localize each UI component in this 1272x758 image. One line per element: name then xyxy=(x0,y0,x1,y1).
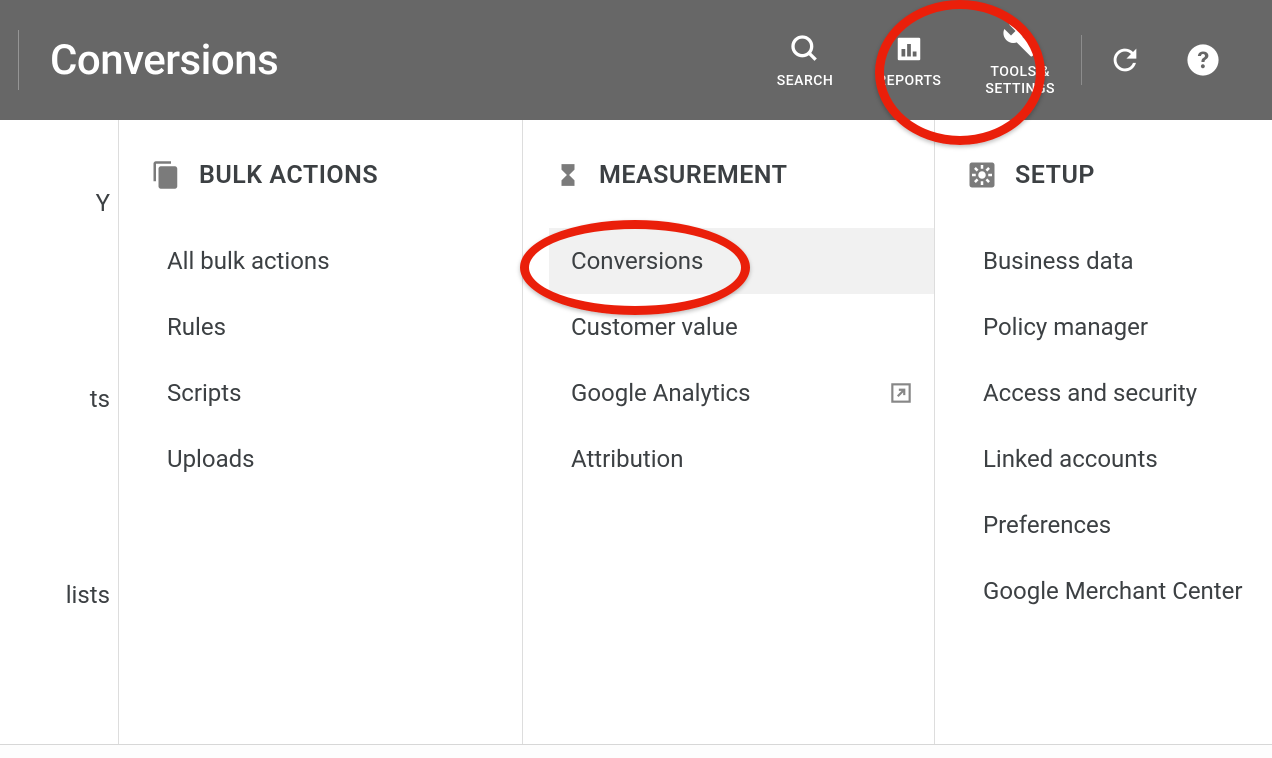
menu-item-linked-accounts[interactable]: Linked accounts xyxy=(961,426,1272,492)
search-label: SEARCH xyxy=(777,73,834,90)
menu-item-label: Preferences xyxy=(983,510,1111,540)
menu-item-label: Conversions xyxy=(571,246,703,276)
menu-column-bulk-actions: BULK ACTIONS All bulk actions Rules Scri… xyxy=(118,120,522,758)
wrench-icon xyxy=(1002,22,1038,58)
menu-item-label: Y xyxy=(96,188,110,218)
menu-item-label: Customer value xyxy=(571,312,738,342)
menu-item-label: All bulk actions xyxy=(167,246,330,276)
menu-item-label: Uploads xyxy=(167,444,255,474)
page-title: Conversions xyxy=(50,36,278,85)
menu-item-label: Access and security xyxy=(983,378,1197,408)
column-heading-label: SETUP xyxy=(1015,161,1095,190)
menu-column-measurement: MEASUREMENT Conversions Customer value G… xyxy=(522,120,934,758)
menu-item-rules[interactable]: Rules xyxy=(145,294,522,360)
header-action-divider xyxy=(1081,35,1082,85)
column-heading-bulk-actions: BULK ACTIONS xyxy=(151,160,522,190)
menu-column-partial: Y ts lists xyxy=(0,120,118,758)
hourglass-icon xyxy=(555,160,581,190)
header-actions: SEARCH REPORTS TOOLS & SETTINGS xyxy=(755,0,1272,120)
menu-item-partial-1[interactable]: ts xyxy=(0,366,118,432)
bottom-border-strip xyxy=(0,744,1272,758)
menu-item-label: Linked accounts xyxy=(983,444,1158,474)
search-icon xyxy=(789,31,821,67)
gear-box-icon xyxy=(967,160,997,190)
menu-item-policy-manager[interactable]: Policy manager xyxy=(961,294,1272,360)
menu-item-partial-2[interactable]: lists xyxy=(0,562,118,628)
app-header: Conversions SEARCH REPORTS TOOLS & SETTI… xyxy=(0,0,1272,120)
menu-item-partial-0[interactable]: Y xyxy=(0,170,118,236)
menu-column-setup: SETUP Business data Policy manager Acces… xyxy=(934,120,1272,758)
menu-item-access-security[interactable]: Access and security xyxy=(961,360,1272,426)
menu-item-label: ts xyxy=(90,384,110,414)
menu-item-google-merchant-center[interactable]: Google Merchant Center xyxy=(961,558,1272,624)
column-heading-label: MEASUREMENT xyxy=(599,161,788,190)
header-left-divider xyxy=(18,30,19,90)
search-button[interactable]: SEARCH xyxy=(755,0,856,120)
menu-item-scripts[interactable]: Scripts xyxy=(145,360,522,426)
menu-item-customer-value[interactable]: Customer value xyxy=(549,294,934,360)
menu-item-label: Attribution xyxy=(571,444,683,474)
menu-item-label: lists xyxy=(66,580,110,610)
tools-settings-button[interactable]: TOOLS & SETTINGS xyxy=(963,0,1077,120)
menu-item-label: Policy manager xyxy=(983,312,1148,342)
help-icon xyxy=(1186,43,1220,77)
reports-button[interactable]: REPORTS xyxy=(855,0,963,120)
copy-icon xyxy=(151,160,181,190)
column-heading-setup: SETUP xyxy=(967,160,1272,190)
refresh-button[interactable] xyxy=(1086,0,1164,120)
menu-item-attribution[interactable]: Attribution xyxy=(549,426,934,492)
menu-item-google-analytics[interactable]: Google Analytics xyxy=(549,360,934,426)
menu-item-conversions[interactable]: Conversions xyxy=(549,228,934,294)
tools-dropdown-panel: Y ts lists BULK ACTIONS All bulk actions… xyxy=(0,120,1272,758)
column-heading-measurement: MEASUREMENT xyxy=(555,160,934,190)
refresh-icon xyxy=(1108,43,1142,77)
menu-item-label: Google Merchant Center xyxy=(983,576,1243,606)
reports-icon xyxy=(894,31,924,67)
menu-item-all-bulk-actions[interactable]: All bulk actions xyxy=(145,228,522,294)
menu-item-business-data[interactable]: Business data xyxy=(961,228,1272,294)
external-link-icon xyxy=(888,380,914,406)
menu-item-preferences[interactable]: Preferences xyxy=(961,492,1272,558)
column-heading-label: BULK ACTIONS xyxy=(199,161,378,190)
menu-item-label: Google Analytics xyxy=(571,378,751,408)
menu-item-label: Rules xyxy=(167,312,226,342)
menu-item-label: Scripts xyxy=(167,378,242,408)
menu-item-uploads[interactable]: Uploads xyxy=(145,426,522,492)
help-button[interactable] xyxy=(1164,0,1242,120)
reports-label: REPORTS xyxy=(877,73,941,90)
menu-item-label: Business data xyxy=(983,246,1134,276)
tools-settings-label: TOOLS & SETTINGS xyxy=(985,64,1055,98)
